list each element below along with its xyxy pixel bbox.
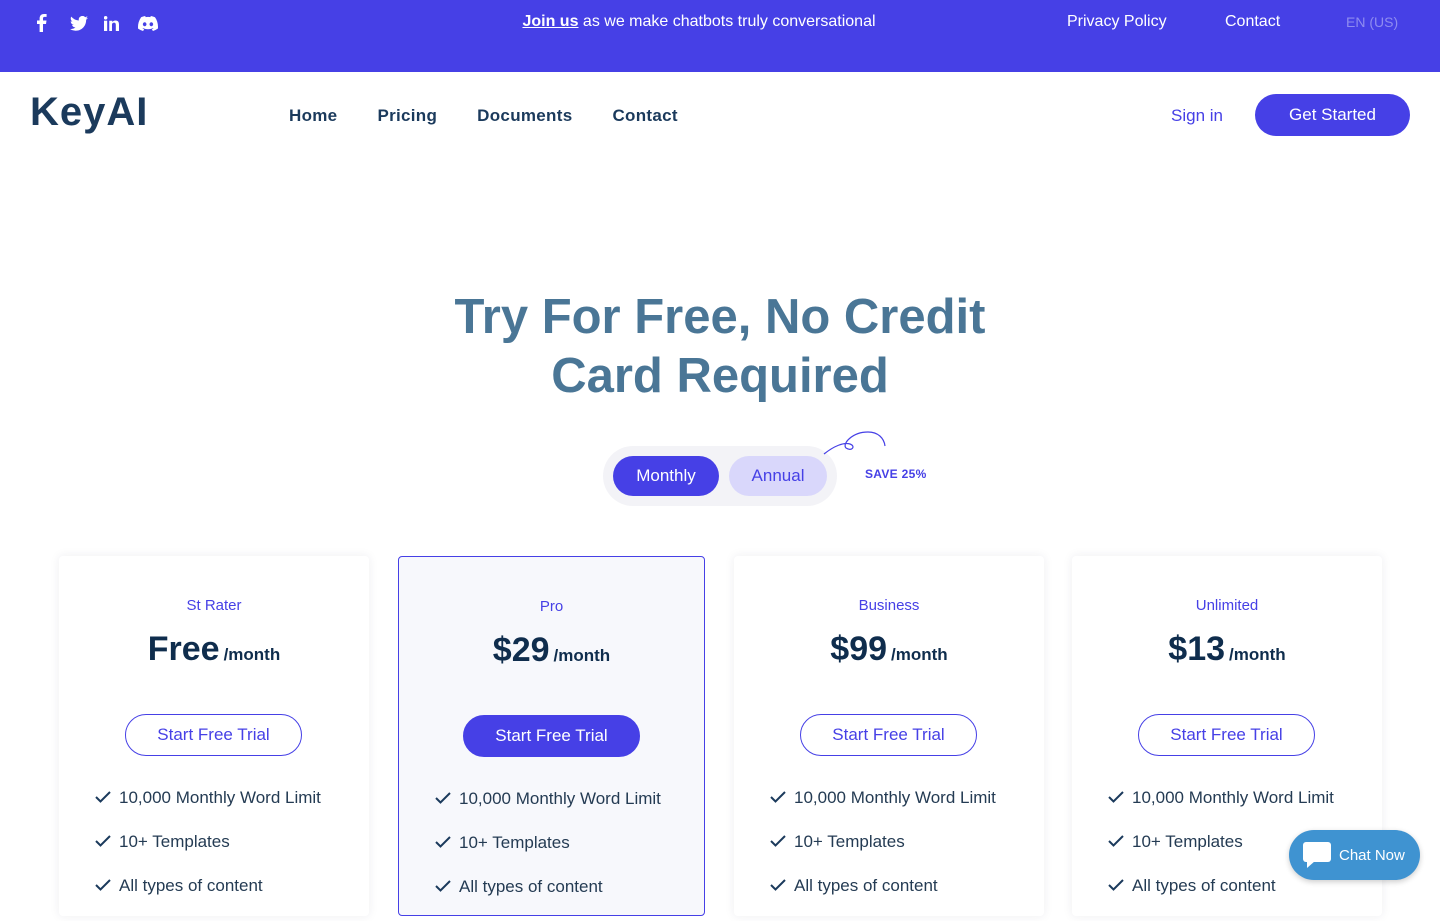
- feature-item: All types of content: [1108, 876, 1334, 920]
- check-icon: [770, 832, 794, 847]
- plan-price: $13/month: [1072, 630, 1382, 669]
- main-navigation: KeyAI Home Pricing Documents Contact Sig…: [0, 72, 1440, 158]
- feature-list: 10,000 Monthly Word Limit 10+ Templates …: [770, 788, 996, 920]
- plan-card-business: Business $99/month Start Free Trial 10,0…: [734, 556, 1044, 916]
- page-title-line-1: Try For Free, No Credit: [454, 290, 986, 344]
- join-us-link[interactable]: Join us: [522, 13, 578, 30]
- nav-links: Home Pricing Documents Contact: [289, 106, 718, 126]
- check-icon: [435, 833, 459, 848]
- nav-link-contact[interactable]: Contact: [612, 106, 677, 126]
- language-selector[interactable]: EN (US): [1346, 14, 1398, 30]
- top-contact-link[interactable]: Contact: [1225, 13, 1280, 31]
- plan-name: Unlimited: [1195, 597, 1259, 614]
- plan-card-starter: St Rater Free/month Start Free Trial 10,…: [59, 556, 369, 916]
- check-icon: [1108, 876, 1132, 891]
- feature-item: 10+ Templates: [770, 832, 996, 876]
- plan-name: Pro: [539, 598, 564, 615]
- feature-text: 10,000 Monthly Word Limit: [1132, 788, 1334, 807]
- feature-text: 10+ Templates: [119, 832, 230, 851]
- check-icon: [1108, 788, 1132, 803]
- start-free-trial-button[interactable]: Start Free Trial: [125, 714, 302, 756]
- feature-item: All types of content: [95, 876, 321, 920]
- nav-link-pricing[interactable]: Pricing: [377, 106, 437, 126]
- swirl-arrow-icon: [823, 431, 886, 455]
- annual-toggle-button[interactable]: Annual: [729, 456, 827, 496]
- check-icon: [435, 789, 459, 804]
- sign-in-link[interactable]: Sign in: [1171, 106, 1223, 126]
- plan-name: St Rater: [186, 597, 242, 614]
- price-amount: $99: [830, 630, 888, 668]
- promo-message: Join us as we make chatbots truly conver…: [0, 13, 1398, 31]
- chat-bubble-icon: [1303, 842, 1331, 868]
- feature-text: All types of content: [459, 877, 603, 896]
- feature-item: 10,000 Monthly Word Limit: [435, 789, 661, 833]
- feature-item: 10,000 Monthly Word Limit: [1108, 788, 1334, 832]
- page-title-line-2: Card Required: [551, 349, 889, 403]
- check-icon: [770, 876, 794, 891]
- chat-now-button[interactable]: Chat Now: [1289, 830, 1420, 880]
- page-title: Try For Free, No Credit Card Required: [420, 288, 1020, 406]
- check-icon: [435, 877, 459, 892]
- plan-price: $99/month: [734, 630, 1044, 669]
- start-free-trial-button[interactable]: Start Free Trial: [463, 715, 640, 757]
- save-percentage-label: SAVE 25%: [865, 467, 927, 481]
- feature-text: All types of content: [1132, 876, 1276, 895]
- plan-price: $29/month: [399, 631, 704, 670]
- start-free-trial-button[interactable]: Start Free Trial: [800, 714, 977, 756]
- nav-link-home[interactable]: Home: [289, 106, 337, 126]
- plan-card-pro: Pro $29/month Start Free Trial 10,000 Mo…: [398, 556, 705, 916]
- feature-item: 10+ Templates: [435, 833, 661, 877]
- feature-text: 10,000 Monthly Word Limit: [119, 788, 321, 807]
- logo[interactable]: KeyAI: [30, 90, 148, 135]
- price-period: /month: [553, 646, 611, 665]
- check-icon: [95, 832, 119, 847]
- price-amount: Free: [147, 630, 220, 668]
- plan-price: Free/month: [59, 630, 369, 669]
- feature-text: 10,000 Monthly Word Limit: [459, 789, 661, 808]
- billing-toggle: Monthly Annual: [603, 446, 837, 506]
- feature-text: 10+ Templates: [794, 832, 905, 851]
- plan-name: Business: [858, 597, 920, 614]
- feature-list: 10,000 Monthly Word Limit 10+ Templates …: [435, 789, 661, 921]
- privacy-policy-link[interactable]: Privacy Policy: [1067, 13, 1167, 31]
- feature-text: All types of content: [794, 876, 938, 895]
- start-free-trial-button[interactable]: Start Free Trial: [1138, 714, 1315, 756]
- check-icon: [1108, 832, 1132, 847]
- get-started-button[interactable]: Get Started: [1255, 94, 1410, 136]
- feature-text: 10+ Templates: [1132, 832, 1243, 851]
- check-icon: [95, 876, 119, 891]
- feature-text: All types of content: [119, 876, 263, 895]
- price-period: /month: [1229, 645, 1286, 664]
- price-period: /month: [891, 645, 948, 664]
- feature-item: 10,000 Monthly Word Limit: [95, 788, 321, 832]
- top-announcement-bar: Join us as we make chatbots truly conver…: [0, 0, 1440, 72]
- feature-item: All types of content: [770, 876, 996, 920]
- check-icon: [95, 788, 119, 803]
- price-period: /month: [223, 645, 281, 664]
- chat-now-label: Chat Now: [1339, 846, 1405, 864]
- feature-list: 10,000 Monthly Word Limit 10+ Templates …: [95, 788, 321, 920]
- feature-text: 10,000 Monthly Word Limit: [794, 788, 996, 807]
- feature-text: 10+ Templates: [459, 833, 570, 852]
- feature-item: 10,000 Monthly Word Limit: [770, 788, 996, 832]
- monthly-toggle-button[interactable]: Monthly: [613, 456, 719, 496]
- promo-text: as we make chatbots truly conversational: [578, 13, 876, 30]
- check-icon: [770, 788, 794, 803]
- feature-item: 10+ Templates: [95, 832, 321, 876]
- price-amount: $13: [1168, 630, 1226, 668]
- feature-item: All types of content: [435, 877, 661, 921]
- nav-link-documents[interactable]: Documents: [477, 106, 572, 126]
- price-amount: $29: [492, 631, 550, 669]
